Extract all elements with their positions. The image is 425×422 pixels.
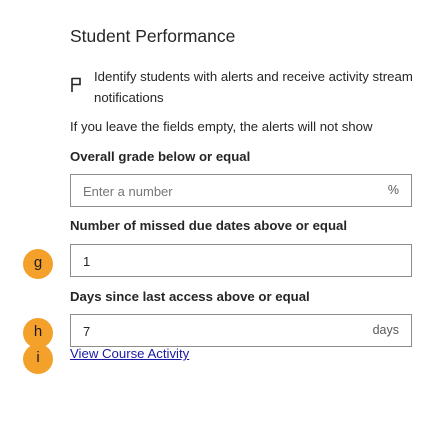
missed-due-dates-input[interactable] bbox=[83, 251, 363, 271]
callout-badge-i: i bbox=[23, 344, 53, 374]
missed-due-dates-field[interactable] bbox=[70, 244, 412, 277]
last-access-input[interactable] bbox=[83, 321, 363, 341]
view-course-activity-link[interactable]: View Course Activity bbox=[70, 346, 189, 361]
alerts-description: Identify students with alerts and receiv… bbox=[94, 69, 413, 105]
section-title: Student Performance bbox=[70, 26, 236, 46]
empty-fields-note: If you leave the fields empty, the alert… bbox=[70, 119, 373, 134]
callout-badge-g: g bbox=[23, 249, 53, 279]
grade-field[interactable]: % bbox=[70, 174, 412, 207]
flag-icon bbox=[70, 76, 86, 94]
grade-input[interactable] bbox=[83, 181, 363, 201]
grade-label: Overall grade below or equal bbox=[70, 149, 251, 164]
last-access-field[interactable]: days bbox=[70, 314, 412, 347]
missed-due-dates-label: Number of missed due dates above or equa… bbox=[70, 218, 348, 233]
last-access-label: Days since last access above or equal bbox=[70, 289, 310, 304]
last-access-suffix: days bbox=[372, 323, 399, 337]
grade-suffix: % bbox=[387, 183, 399, 197]
